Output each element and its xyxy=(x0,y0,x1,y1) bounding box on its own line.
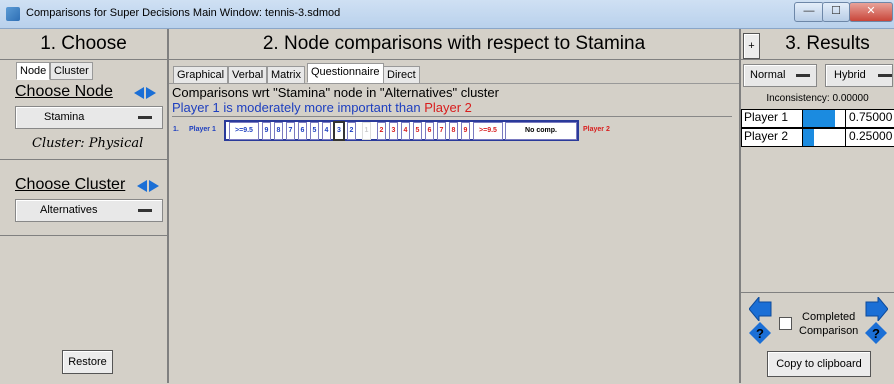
window-title: Comparisons for Super Decisions Main Win… xyxy=(26,7,341,19)
rating-left-7[interactable]: 7 xyxy=(286,122,295,140)
divider xyxy=(741,292,894,293)
row-number: 1. xyxy=(173,126,179,133)
result-bar-player-2 xyxy=(802,128,846,147)
tab-verbal[interactable]: Verbal xyxy=(228,66,268,84)
rating-equal-1[interactable]: 1 xyxy=(362,122,371,140)
result-name-player-1: Player 1 xyxy=(741,109,803,128)
result-value-player-2: 0.25000 xyxy=(845,128,894,147)
rating-right-7[interactable]: 7 xyxy=(437,122,446,140)
rating-right-8[interactable]: 8 xyxy=(449,122,458,140)
right-arrow-icon[interactable] xyxy=(149,180,159,192)
rating-left-8[interactable]: 8 xyxy=(274,122,283,140)
node-dropdown-value: Stamina xyxy=(44,111,85,123)
comparisons-panel: 2. Node comparisons with respect to Stam… xyxy=(169,29,741,383)
rating-left-4[interactable]: 4 xyxy=(322,122,331,140)
rating-right-9[interactable]: 9 xyxy=(461,122,470,140)
divider xyxy=(0,159,167,160)
row-right-player: Player 2 xyxy=(583,126,610,133)
divider xyxy=(169,59,739,60)
rating-right-5[interactable]: 5 xyxy=(413,122,422,140)
svg-text:?: ? xyxy=(872,326,880,341)
hybrid-label: Hybrid xyxy=(834,69,866,81)
result-bar-fill xyxy=(803,110,835,127)
question-right-icon[interactable]: ? xyxy=(865,322,887,344)
comparison-heading: Comparisons wrt "Stamina" node in "Alter… xyxy=(172,85,499,100)
results-panel: + 3. Results Normal Hybrid Inconsistency… xyxy=(741,29,894,383)
node-dropdown[interactable]: Stamina xyxy=(15,106,163,129)
expand-button[interactable]: + xyxy=(743,33,760,59)
choose-panel: 1. Choose Node Cluster Choose Node Stami… xyxy=(0,29,169,383)
no-comparison-button[interactable]: No comp. xyxy=(505,122,577,140)
tab-node[interactable]: Node xyxy=(16,62,51,80)
rating-left-3-selected[interactable]: 3 xyxy=(333,121,345,141)
next-arrow-icon[interactable] xyxy=(864,297,888,321)
row-left-player: Player 1 xyxy=(189,126,216,133)
results-title: 3. Results xyxy=(785,33,870,54)
result-bar-player-1 xyxy=(802,109,846,128)
divider xyxy=(172,116,732,117)
left-arrow-icon[interactable] xyxy=(134,87,144,99)
cluster-note: Cluster: Physical xyxy=(32,136,144,151)
tab-questionnaire[interactable]: Questionnaire xyxy=(307,63,384,83)
dropdown-icon xyxy=(138,116,152,119)
tab-matrix[interactable]: Matrix xyxy=(267,66,305,84)
rating-right-9.5[interactable]: >=9.5 xyxy=(473,122,503,140)
statement-left: Player 1 xyxy=(172,100,220,115)
node-arrows[interactable] xyxy=(134,86,160,100)
svg-text:?: ? xyxy=(756,326,764,341)
rating-right-3[interactable]: 3 xyxy=(389,122,398,140)
tab-cluster[interactable]: Cluster xyxy=(50,62,93,80)
close-button[interactable]: ✕ xyxy=(849,2,893,22)
choose-title: 1. Choose xyxy=(40,33,127,54)
minimize-button[interactable]: — xyxy=(794,2,824,22)
right-arrow-icon[interactable] xyxy=(146,87,156,99)
rating-right-6[interactable]: 6 xyxy=(425,122,434,140)
rating-left-2[interactable]: 2 xyxy=(347,122,356,140)
copy-to-clipboard-button[interactable]: Copy to clipboard xyxy=(767,351,871,377)
dropdown-icon xyxy=(796,74,810,77)
cluster-arrows[interactable] xyxy=(137,179,163,193)
divider xyxy=(0,59,167,60)
previous-arrow-icon[interactable] xyxy=(749,297,773,321)
title-bar: Comparisons for Super Decisions Main Win… xyxy=(0,0,894,29)
rating-left-6[interactable]: 6 xyxy=(298,122,307,140)
dropdown-icon xyxy=(878,74,892,77)
inconsistency: Inconsistency: 0.00000 xyxy=(766,93,869,104)
normal-label: Normal xyxy=(750,69,786,81)
choose-cluster-header: Choose Cluster xyxy=(15,176,126,193)
statement-right: Player 2 xyxy=(424,100,472,115)
divider xyxy=(741,59,894,60)
question-left-icon[interactable]: ? xyxy=(749,322,771,344)
cluster-dropdown[interactable]: Alternatives xyxy=(15,199,163,222)
dropdown-icon xyxy=(138,209,152,212)
rating-right-2[interactable]: 2 xyxy=(377,122,386,140)
rating-left-9[interactable]: 9 xyxy=(262,122,271,140)
cluster-dropdown-value: Alternatives xyxy=(40,204,98,216)
tab-direct[interactable]: Direct xyxy=(383,66,420,84)
divider xyxy=(0,235,167,236)
completed-checkbox[interactable] xyxy=(779,317,792,330)
normal-dropdown[interactable]: Normal xyxy=(743,64,817,87)
comparisons-title: 2. Node comparisons with respect to Stam… xyxy=(262,33,646,54)
rating-left-5[interactable]: 5 xyxy=(310,122,319,140)
choose-node-header: Choose Node xyxy=(15,83,113,100)
app-icon xyxy=(6,7,20,21)
hybrid-dropdown[interactable]: Hybrid xyxy=(825,64,893,87)
left-arrow-icon[interactable] xyxy=(137,180,147,192)
rating-right-4[interactable]: 4 xyxy=(401,122,410,140)
maximize-button[interactable]: ☐ xyxy=(822,2,850,22)
restore-button[interactable]: Restore xyxy=(62,350,113,374)
statement-middle: is moderately more important than xyxy=(223,100,421,115)
comparison-statement: Player 1 is moderately more important th… xyxy=(172,100,472,115)
tab-graphical[interactable]: Graphical xyxy=(173,66,229,84)
result-value-player-1: 0.75000 xyxy=(845,109,894,128)
result-bar-fill xyxy=(803,129,814,146)
rating-left-9.5[interactable]: >=9.5 xyxy=(229,122,259,140)
result-name-player-2: Player 2 xyxy=(741,128,803,147)
completed-label: Completed Comparison xyxy=(799,311,859,337)
